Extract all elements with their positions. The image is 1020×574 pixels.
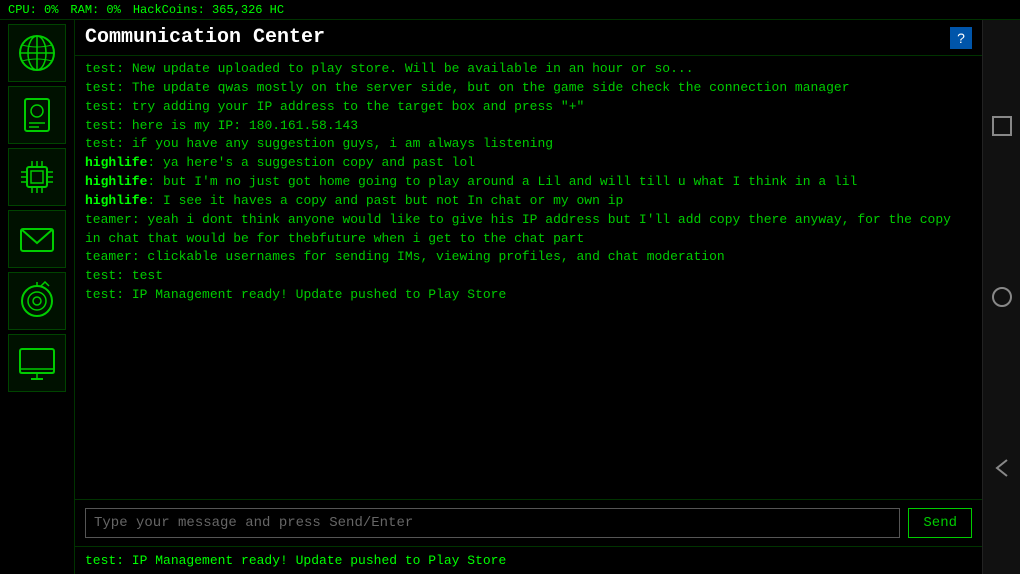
message-username[interactable]: teamer: [85, 249, 132, 264]
message-line: teamer: yeah i dont think anyone would l…: [85, 211, 972, 249]
message-username[interactable]: test: [85, 118, 116, 133]
left-sidebar: [0, 20, 75, 574]
message-username[interactable]: test: [85, 287, 116, 302]
message-line: test: try adding your IP address to the …: [85, 98, 972, 117]
main-layout: Communication Center ? test: New update …: [0, 20, 1020, 574]
ram-status: RAM: 0%: [70, 3, 120, 17]
help-button[interactable]: ?: [950, 27, 972, 49]
input-area: Send: [75, 499, 982, 546]
message-username[interactable]: teamer: [85, 212, 132, 227]
message-username[interactable]: highlife: [85, 155, 147, 170]
hackcoins-status: HackCoins: 365,326 HC: [133, 3, 284, 17]
message-line: highlife: but I'm no just got home going…: [85, 173, 972, 192]
envelope-icon[interactable]: [8, 210, 66, 268]
message-username[interactable]: test: [85, 99, 116, 114]
target-icon[interactable]: [8, 272, 66, 330]
right-sidebar: [982, 20, 1020, 574]
message-line: highlife: I see it haves a copy and past…: [85, 192, 972, 211]
chip-icon[interactable]: [8, 148, 66, 206]
back-button[interactable]: [987, 453, 1017, 483]
bottom-status-text: test: IP Management ready! Update pushed…: [85, 553, 506, 568]
message-username[interactable]: test: [85, 268, 116, 283]
message-line: test: IP Management ready! Update pushed…: [85, 286, 972, 305]
cpu-status: CPU: 0%: [8, 3, 58, 17]
send-button[interactable]: Send: [908, 508, 972, 538]
message-input[interactable]: [85, 508, 900, 538]
monitor-icon[interactable]: [8, 334, 66, 392]
message-username[interactable]: highlife: [85, 193, 147, 208]
message-line: teamer: clickable usernames for sending …: [85, 248, 972, 267]
message-line: test: if you have any suggestion guys, i…: [85, 135, 972, 154]
message-line: test: test: [85, 267, 972, 286]
message-line: test: The update qwas mostly on the serv…: [85, 79, 972, 98]
document-icon[interactable]: [8, 86, 66, 144]
center-content: Communication Center ? test: New update …: [75, 20, 982, 574]
message-username[interactable]: test: [85, 80, 116, 95]
message-line: test: here is my IP: 180.161.58.143: [85, 117, 972, 136]
status-bar: CPU: 0% RAM: 0% HackCoins: 365,326 HC: [0, 0, 1020, 20]
bottom-status: test: IP Management ready! Update pushed…: [75, 546, 982, 574]
message-username[interactable]: highlife: [85, 174, 147, 189]
globe-icon[interactable]: [8, 24, 66, 82]
chat-header: Communication Center ?: [75, 20, 982, 56]
message-username[interactable]: test: [85, 136, 116, 151]
square-button[interactable]: [987, 111, 1017, 141]
message-line: highlife: ya here's a suggestion copy an…: [85, 154, 972, 173]
message-line: test: New update uploaded to play store.…: [85, 60, 972, 79]
chat-title: Communication Center: [85, 26, 325, 49]
message-username[interactable]: test: [85, 61, 116, 76]
circle-button[interactable]: [987, 282, 1017, 312]
chat-messages[interactable]: test: New update uploaded to play store.…: [75, 56, 982, 499]
